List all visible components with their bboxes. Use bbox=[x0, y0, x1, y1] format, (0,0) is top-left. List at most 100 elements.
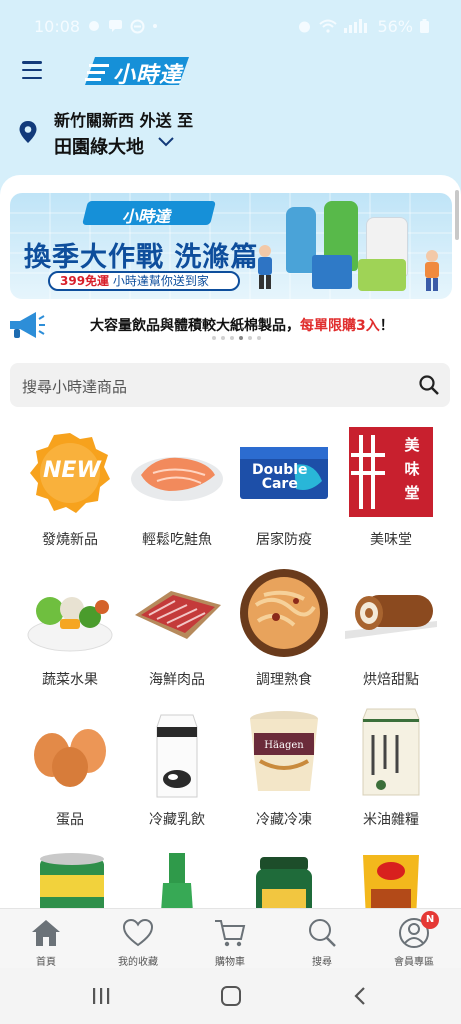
notification-badge: N bbox=[421, 911, 439, 929]
user-icon: N bbox=[397, 911, 439, 949]
cart-icon bbox=[213, 917, 247, 949]
nav-home[interactable]: 首頁 bbox=[0, 917, 92, 968]
delivery-location[interactable]: 新竹關新西 外送 至 田園綠大地 bbox=[0, 100, 461, 164]
category-label: 居家防疫 bbox=[256, 532, 312, 548]
delivery-store-label: 新竹關新西 外送 至 bbox=[54, 111, 194, 130]
back-icon[interactable] bbox=[350, 986, 372, 1006]
carousel-dot[interactable] bbox=[230, 336, 234, 340]
carousel-dot[interactable] bbox=[257, 336, 261, 340]
logo-text: 小時達 bbox=[113, 63, 183, 88]
category-item-partial[interactable] bbox=[16, 849, 124, 908]
category-item[interactable]: 烘焙甜點 bbox=[337, 565, 445, 689]
category-item[interactable]: 輕鬆吃鮭魚 bbox=[123, 425, 231, 549]
app-logo[interactable]: 小時達 bbox=[85, 55, 189, 88]
scrollbar[interactable] bbox=[455, 190, 459, 240]
category-label: 發燒新品 bbox=[42, 532, 98, 548]
wifi-icon bbox=[319, 19, 338, 33]
category-label: 輕鬆吃鮭魚 bbox=[142, 532, 212, 548]
dot-icon bbox=[153, 24, 158, 28]
signal-icon bbox=[344, 19, 368, 33]
search-input[interactable]: 搜尋小時達商品 bbox=[10, 363, 450, 407]
nav-member[interactable]: N 會員專區 bbox=[368, 911, 460, 968]
glass-bottle-icon bbox=[127, 849, 227, 908]
category-label: 調理熟食 bbox=[256, 672, 312, 688]
category-label: 冷藏冷凍 bbox=[256, 812, 312, 828]
status-bar: 10:08 56% bbox=[0, 0, 461, 52]
category-item[interactable]: NEW 發燒新品 bbox=[16, 425, 124, 549]
home-button-icon[interactable] bbox=[220, 986, 242, 1006]
category-item-partial[interactable] bbox=[123, 849, 231, 908]
status-time: 10:08 bbox=[34, 16, 81, 36]
category-item[interactable]: 蔬菜水果 bbox=[16, 565, 124, 689]
announcement-main: 大容量飲品與體積較大紙棉製品， bbox=[90, 318, 300, 334]
battery-percent: 56% bbox=[377, 16, 413, 36]
detergent-box-icon bbox=[312, 255, 352, 289]
category-item[interactable]: 調理熟食 bbox=[230, 565, 338, 689]
category-item[interactable]: 蛋品 bbox=[16, 705, 124, 829]
banner-title: 換季大作戰 洗滌篇 bbox=[24, 242, 259, 273]
nav-label: 購物車 bbox=[215, 957, 245, 968]
recent-apps-icon[interactable] bbox=[90, 986, 112, 1006]
kid-figure-icon bbox=[425, 250, 439, 291]
menu-icon[interactable] bbox=[22, 61, 42, 79]
ice-cream-icon: Häagen bbox=[234, 705, 334, 801]
nav-label: 搜尋 bbox=[312, 957, 332, 968]
alarm-icon bbox=[299, 21, 311, 32]
rice-bag-icon bbox=[341, 705, 441, 801]
category-item[interactable]: Häagen 冷藏冷凍 bbox=[230, 705, 338, 829]
eggs-icon bbox=[20, 705, 120, 801]
detergent-pouch-icon bbox=[358, 259, 406, 291]
banner-subtitle: 399免運 小時達幫你送到家 bbox=[48, 271, 240, 291]
carousel-dot[interactable] bbox=[221, 336, 225, 340]
carousel-dot-active[interactable] bbox=[239, 336, 243, 340]
chevron-down-icon[interactable] bbox=[157, 135, 175, 149]
category-item-partial[interactable] bbox=[230, 849, 338, 908]
banner-logo-text: 小時達 bbox=[122, 207, 171, 226]
mask-box-icon: Double Care bbox=[234, 425, 334, 521]
category-item[interactable]: 米油雜糧 bbox=[337, 705, 445, 829]
category-label: 烘焙甜點 bbox=[363, 672, 419, 688]
search-placeholder: 搜尋小時達商品 bbox=[22, 378, 128, 396]
free-shipping-text: 399免運 bbox=[60, 274, 110, 288]
category-item[interactable]: Double Care 居家防疫 bbox=[230, 425, 338, 549]
meat-icon bbox=[127, 565, 227, 661]
nav-label: 首頁 bbox=[36, 957, 56, 968]
category-label: 米油雜糧 bbox=[363, 812, 419, 828]
cake-roll-icon bbox=[341, 565, 441, 661]
vegetables-icon bbox=[20, 565, 120, 661]
category-item[interactable]: 美味堂 美味堂 bbox=[337, 425, 445, 549]
delivery-address: 田園綠大地 bbox=[54, 137, 144, 158]
bottom-navigation: 首頁 我的收藏 購物車 搜尋 N 會員專區 bbox=[0, 908, 461, 968]
app-notification-icon bbox=[130, 19, 145, 33]
cleaning-worker-icon bbox=[258, 245, 272, 289]
nav-search[interactable]: 搜尋 bbox=[276, 917, 368, 968]
promo-banner[interactable]: 小時達 換季大作戰 洗滌篇 399免運 小時達幫你送到家 bbox=[10, 193, 452, 299]
search-icon bbox=[305, 917, 339, 949]
nav-label: 我的收藏 bbox=[118, 957, 158, 968]
category-label: 冷藏乳飲 bbox=[149, 812, 205, 828]
category-label: 蔬菜水果 bbox=[42, 672, 98, 688]
carousel-dot[interactable] bbox=[212, 336, 216, 340]
banner-subtitle-rest: 小時達幫你送到家 bbox=[112, 274, 209, 288]
category-label: 海鮮肉品 bbox=[149, 672, 205, 688]
message-icon bbox=[109, 20, 123, 32]
android-navigation-bar bbox=[0, 968, 461, 1024]
category-label: 美味堂 bbox=[370, 532, 412, 548]
new-badge-icon: NEW bbox=[20, 425, 120, 521]
category-item[interactable]: 海鮮肉品 bbox=[123, 565, 231, 689]
carousel-dot[interactable] bbox=[248, 336, 252, 340]
category-item-partial[interactable] bbox=[337, 849, 445, 908]
nav-label: 會員專區 bbox=[394, 957, 434, 968]
nav-favorites[interactable]: 我的收藏 bbox=[92, 917, 184, 968]
category-item[interactable]: 冷藏乳飲 bbox=[123, 705, 231, 829]
carousel-dots bbox=[212, 336, 261, 340]
milk-carton-icon bbox=[127, 705, 227, 801]
canned-food-icon bbox=[20, 849, 120, 908]
nav-cart[interactable]: 購物車 bbox=[184, 917, 276, 968]
settings-bug-icon bbox=[89, 21, 100, 31]
search-icon[interactable] bbox=[418, 374, 440, 396]
category-label: 蛋品 bbox=[56, 812, 84, 828]
salmon-icon bbox=[127, 425, 227, 521]
announcement-highlight: 每單限購3入 bbox=[300, 318, 380, 334]
noodles-icon bbox=[234, 565, 334, 661]
